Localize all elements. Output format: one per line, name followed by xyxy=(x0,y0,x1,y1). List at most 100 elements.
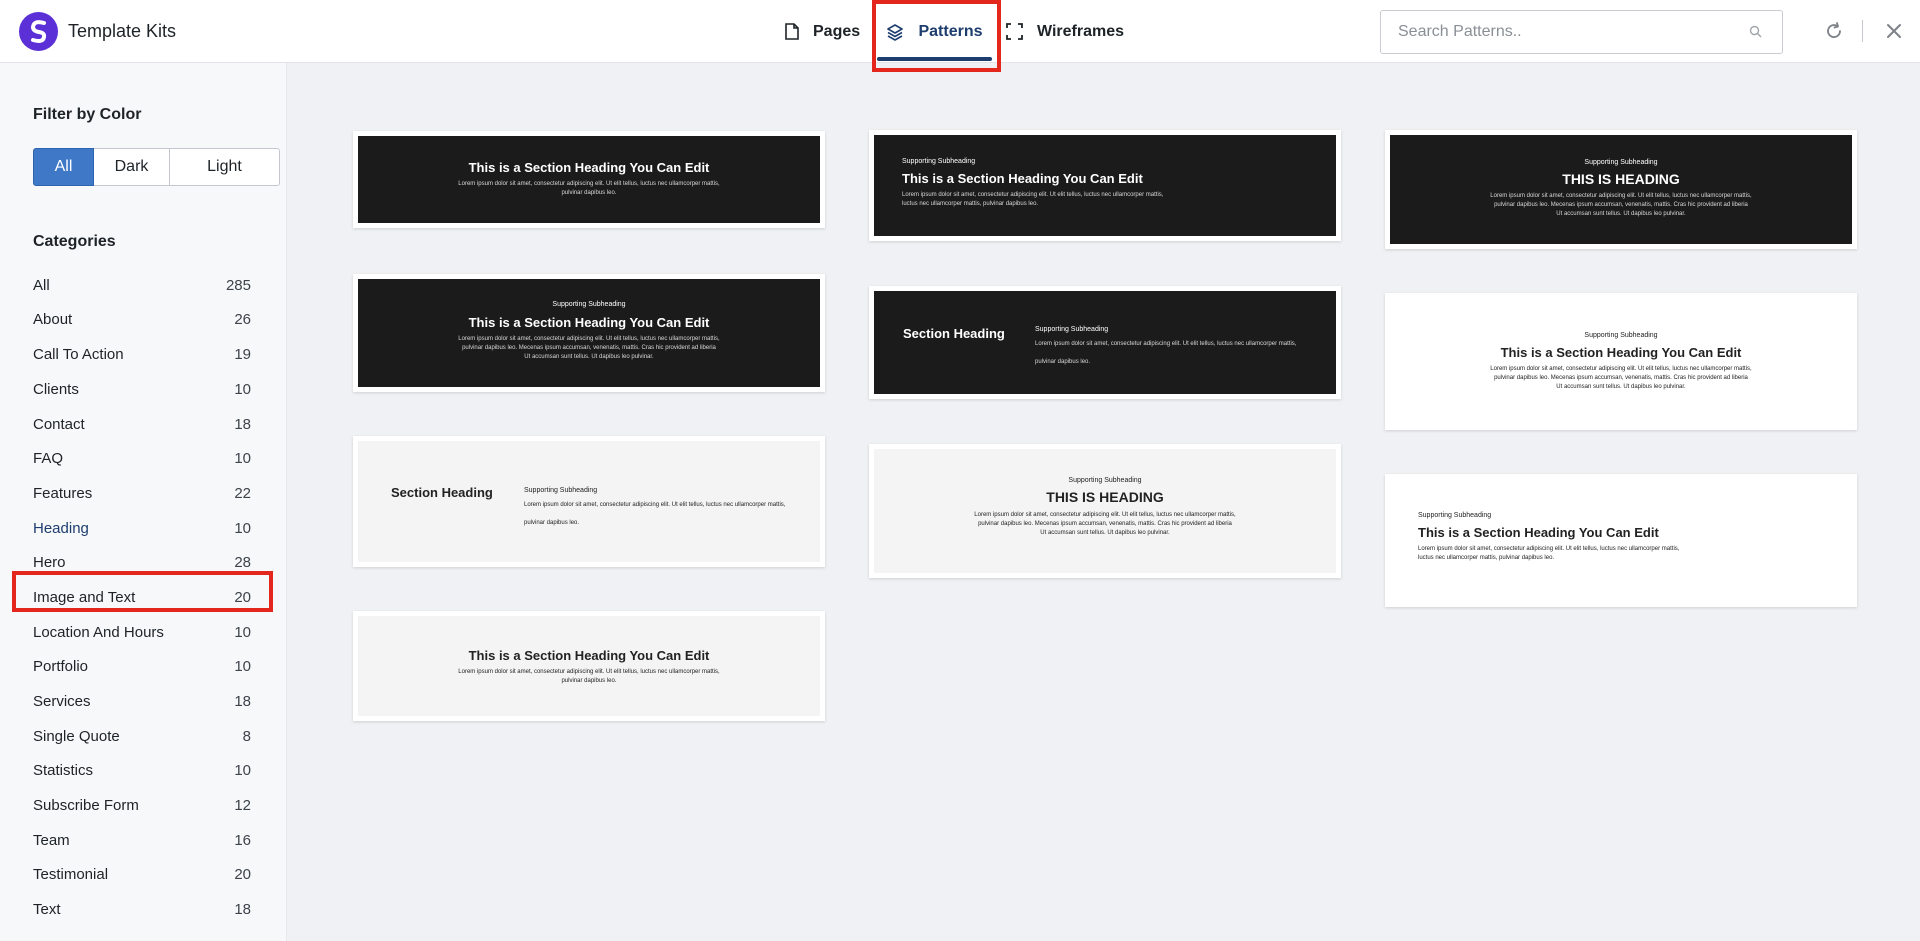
pattern-text: Lorem ipsum dolor sit amet, consectetur … xyxy=(458,181,720,187)
pattern-text: pulvinar dapibus leo. Mecenas ipsum accu… xyxy=(1494,202,1748,208)
category-statistics[interactable]: Statistics 10 xyxy=(33,755,251,785)
category-count: 10 xyxy=(234,761,251,779)
category-contact[interactable]: Contact 18 xyxy=(33,409,251,439)
pattern-heading: THIS IS HEADING xyxy=(1562,171,1680,187)
close-icon[interactable] xyxy=(1884,21,1904,46)
pattern-text: Lorem ipsum dolor sit amet, consectetur … xyxy=(458,669,720,675)
pattern-text: pulvinar dapibus leo. Mecenas ipsum accu… xyxy=(1494,375,1748,381)
category-label: Hero xyxy=(33,553,66,571)
category-label: Contact xyxy=(33,415,85,433)
category-count: 18 xyxy=(234,692,251,710)
category-label: About xyxy=(33,310,73,328)
filter-all-button[interactable]: All xyxy=(33,148,94,186)
tab-pages[interactable]: Pages xyxy=(785,0,860,63)
filter-dark-button[interactable]: Dark xyxy=(94,148,170,186)
pattern-card[interactable]: Supporting Subheading This is a Section … xyxy=(1385,293,1857,430)
pattern-text: Lorem ipsum dolor sit amet, consectetur … xyxy=(524,502,786,508)
category-about[interactable]: About 26 xyxy=(33,304,251,334)
category-testimonial[interactable]: Testimonial 20 xyxy=(33,859,251,889)
pattern-preview: Supporting Subheading THIS IS HEADING Lo… xyxy=(1390,135,1852,244)
pattern-heading: This is a Section Heading You Can Edit xyxy=(1418,525,1659,540)
category-label: Services xyxy=(33,692,91,710)
pattern-preview: Section Heading Supporting Subheading Lo… xyxy=(874,291,1336,394)
category-label: Portfolio xyxy=(33,657,89,675)
pattern-preview: This is a Section Heading You Can Edit L… xyxy=(358,616,820,716)
category-portfolio[interactable]: Portfolio 10 xyxy=(33,651,251,681)
pattern-subheading: Supporting Subheading xyxy=(902,158,976,165)
pattern-heading: This is a Section Heading You Can Edit xyxy=(468,315,710,330)
filter-light-button[interactable]: Light xyxy=(170,148,280,186)
category-label: All xyxy=(33,276,50,294)
pattern-card[interactable]: This is a Section Heading You Can Edit L… xyxy=(353,611,825,721)
pattern-card[interactable]: Supporting Subheading THIS IS HEADING Lo… xyxy=(1385,130,1857,249)
category-all[interactable]: All 285 xyxy=(33,270,251,300)
pattern-text: Lorem ipsum dolor sit amet, consectetur … xyxy=(1035,341,1297,347)
app-logo xyxy=(19,12,58,51)
top-bar: Template Kits Pages Patterns Wireframes xyxy=(0,0,1920,72)
tab-patterns[interactable]: Patterns xyxy=(877,0,992,63)
category-team[interactable]: Team 16 xyxy=(33,825,251,855)
category-count: 8 xyxy=(242,727,251,745)
category-heading[interactable]: Heading 10 xyxy=(33,513,251,543)
pattern-preview: Supporting Subheading This is a Section … xyxy=(1390,298,1852,425)
category-count: 16 xyxy=(234,831,251,849)
pattern-text: Lorem ipsum dolor sit amet, consectetur … xyxy=(974,512,1236,518)
category-image-and-text[interactable]: Image and Text 20 xyxy=(33,582,251,612)
category-faq[interactable]: FAQ 10 xyxy=(33,443,251,473)
search-box xyxy=(1380,10,1783,54)
pattern-heading: THIS IS HEADING xyxy=(1046,489,1164,505)
pattern-preview: Section Heading Supporting Subheading Lo… xyxy=(358,441,820,562)
category-count: 20 xyxy=(234,865,251,883)
pattern-card[interactable]: Supporting Subheading This is a Section … xyxy=(353,274,825,392)
category-call-to-action[interactable]: Call To Action 19 xyxy=(33,339,251,369)
pattern-heading: Section Heading xyxy=(903,326,1005,341)
color-filter-group: All Dark Light xyxy=(33,148,280,186)
pattern-card[interactable]: Supporting Subheading This is a Section … xyxy=(869,130,1341,241)
search-input[interactable] xyxy=(1381,11,1721,53)
pattern-text: Lorem ipsum dolor sit amet, consectetur … xyxy=(1418,546,1680,552)
header-divider xyxy=(1862,20,1863,42)
pattern-card[interactable]: This is a Section Heading You Can Edit L… xyxy=(353,131,825,228)
pattern-preview: Supporting Subheading THIS IS HEADING Lo… xyxy=(874,449,1336,573)
category-count: 26 xyxy=(234,310,251,328)
pattern-text: Ut accumsan sunt tellus. Ut dapibus leo … xyxy=(1556,384,1686,390)
tab-wireframes[interactable]: Wireframes xyxy=(1006,0,1124,63)
category-count: 10 xyxy=(234,519,251,537)
frame-icon xyxy=(1006,23,1023,40)
pattern-subheading: Supporting Subheading xyxy=(1035,326,1109,333)
sidebar: Filter by Color All Dark Light Categorie… xyxy=(0,63,287,941)
pattern-text: pulvinar dapibus leo. xyxy=(561,678,617,684)
category-count: 10 xyxy=(234,380,251,398)
category-count: 18 xyxy=(234,415,251,433)
pattern-heading: This is a Section Heading You Can Edit xyxy=(468,648,710,663)
category-single-quote[interactable]: Single Quote 8 xyxy=(33,721,251,751)
search-icon[interactable] xyxy=(1749,25,1762,43)
pattern-text: Ut accumsan sunt tellus. Ut dapibus leo … xyxy=(1040,530,1170,536)
category-count: 12 xyxy=(234,796,251,814)
pattern-text: Lorem ipsum dolor sit amet, consectetur … xyxy=(1490,366,1752,372)
category-location-and-hours[interactable]: Location And Hours 10 xyxy=(33,617,251,647)
category-hero[interactable]: Hero 28 xyxy=(33,547,251,577)
category-subscribe-form[interactable]: Subscribe Form 12 xyxy=(33,790,251,820)
pattern-text: pulvinar dapibus leo. xyxy=(561,190,617,196)
category-clients[interactable]: Clients 10 xyxy=(33,374,251,404)
pattern-card[interactable]: Section Heading Supporting Subheading Lo… xyxy=(353,436,825,567)
pattern-heading: This is a Section Heading You Can Edit xyxy=(1500,345,1742,360)
category-label: Statistics xyxy=(33,761,94,779)
pattern-text: Ut accumsan sunt tellus. Ut dapibus leo … xyxy=(1556,211,1686,217)
refresh-icon[interactable] xyxy=(1824,21,1844,46)
category-features[interactable]: Features 22 xyxy=(33,478,251,508)
pattern-text: pulvinar dapibus leo. xyxy=(1035,359,1091,365)
pattern-card[interactable]: Supporting Subheading THIS IS HEADING Lo… xyxy=(869,444,1341,578)
pattern-subheading: Supporting Subheading xyxy=(1068,477,1142,484)
category-label: Single Quote xyxy=(33,727,120,745)
pattern-preview: Supporting Subheading This is a Section … xyxy=(1390,479,1852,602)
pattern-card[interactable]: Section Heading Supporting Subheading Lo… xyxy=(869,286,1341,399)
pattern-subheading: Supporting Subheading xyxy=(1584,159,1658,166)
category-services[interactable]: Services 18 xyxy=(33,686,251,716)
category-text[interactable]: Text 18 xyxy=(33,894,251,924)
pattern-card[interactable]: Supporting Subheading This is a Section … xyxy=(1385,474,1857,607)
file-icon xyxy=(785,23,799,40)
pattern-text: luctus nec ullamcorper mattis, pulvinar … xyxy=(902,201,1039,207)
app-title: Template Kits xyxy=(68,21,177,41)
